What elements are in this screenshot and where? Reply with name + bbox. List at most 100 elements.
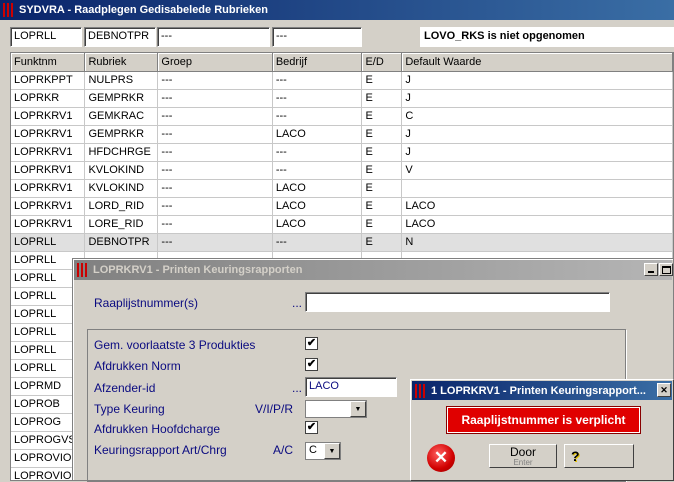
table-cell: --- [272,143,363,162]
table-cell: LOPRKRV1 [11,125,86,144]
table-cell: DEBNOTPR [84,233,159,252]
table-cell: J [401,89,673,108]
hoofdcharge-label: Afdrukken Hoofdcharge [94,422,221,436]
help-icon: ? [571,448,580,464]
table-cell: LOPRKRV1 [11,143,86,162]
col-bedrijf[interactable]: Bedrijf [272,53,363,72]
main-title: SYDVRA - Raadplegen Gedisabelede Rubriek… [19,4,268,16]
table-cell: --- [157,233,273,252]
minimize-icon [648,271,654,273]
hoofdcharge-checkbox[interactable]: ✔ [305,421,318,434]
gem-label: Gem. voorlaatste 3 Produkties [94,338,256,352]
raaplijst-dots: ... [292,296,303,310]
table-cell: LOPRKRV1 [11,197,86,216]
afzender-input[interactable]: LACO [305,377,397,397]
type-keuring-hint: V/I/P/R [255,402,294,416]
minimize-button[interactable] [644,263,658,276]
table-cell: LACO [272,179,363,198]
table-row[interactable]: LOPRKRV1 GEMPRKR --- LACO E J [11,125,673,144]
table-cell: LORD_RID [84,197,159,216]
type-keuring-label: Type Keuring [94,402,165,416]
table-cell: LACO [272,125,363,144]
table-cell: LACO [401,197,673,216]
table-cell: J [401,143,673,162]
table-row[interactable]: LOPRKR GEMPRKR --- --- E J [11,89,673,108]
table-row[interactable]: LOPRKRV1 KVLOKIND --- --- E V [11,161,673,180]
table-cell: LOPRKPPT [11,71,86,90]
close-button[interactable]: ✕ [657,383,671,397]
table-cell: --- [157,125,273,144]
raaplijst-input[interactable] [305,292,610,312]
afzender-label: Afzender-id [94,381,156,395]
table-cell: LOPRKRV1 [11,107,86,126]
table-cell: --- [157,89,273,108]
table-row[interactable]: LOPRLL DEBNOTPR --- --- E N [11,233,673,252]
table-cell: --- [157,143,273,162]
table-cell: C [401,107,673,126]
table-cell: --- [157,161,273,180]
table-cell: E [361,89,403,108]
col-funktnm[interactable]: Funktnm [11,53,86,72]
table-cell: HFDCHRGE [84,143,159,162]
dialog-title: LOPRKRV1 - Printen Keuringsrapporten [93,264,303,276]
table-cell: LACO [272,215,363,234]
chevron-down-icon[interactable]: ▼ [324,443,340,459]
table-cell: --- [272,233,363,252]
door-button[interactable]: Door Enter [489,444,557,468]
filter-bedrijf[interactable]: --- [272,27,362,47]
table-row[interactable]: LOPRKRV1 LORD_RID --- LACO E LACO [11,197,673,216]
norm-checkbox[interactable]: ✔ [305,358,318,371]
table-cell: LACO [272,197,363,216]
col-default-waarde[interactable]: Default Waarde [401,53,673,72]
table-cell [401,179,673,198]
art-chrg-label: Keuringsrapport Art/Chrg [94,443,227,457]
error-icon: ✕ [427,444,455,472]
table-cell: --- [272,161,363,180]
alert-title: 1 LOPRKRV1 - Printen Keuringsrapport... [431,384,646,397]
norm-label: Afdrukken Norm [94,359,181,373]
table-cell: E [361,197,403,216]
table-cell: KVLOKIND [84,161,159,180]
filter-funktnm[interactable]: LOPRLL [10,27,82,47]
col-groep[interactable]: Groep [157,53,273,72]
art-chrg-select[interactable]: C ▼ [305,442,341,460]
table-cell: E [361,71,403,90]
dialog-title-bar[interactable]: LOPRKRV1 - Printen Keuringsrapporten [74,260,673,280]
table-cell: E [361,107,403,126]
type-keuring-value [306,401,312,417]
table-cell: --- [272,71,363,90]
main-title-bar[interactable]: SYDVRA - Raadplegen Gedisabelede Rubriek… [0,0,674,20]
table-row[interactable]: LOPRKRV1 HFDCHRGE --- --- E J [11,143,673,162]
col-ed[interactable]: E/D [361,53,403,72]
help-button[interactable]: ? [564,444,634,468]
table-cell: --- [272,89,363,108]
chevron-down-icon[interactable]: ▼ [350,401,366,417]
table-cell: --- [157,71,273,90]
table-row[interactable]: LOPRKRV1 LORE_RID --- LACO E LACO [11,215,673,234]
table-cell: LORE_RID [84,215,159,234]
filter-groep[interactable]: --- [157,27,270,47]
filter-rubriek[interactable]: DEBNOTPR [84,27,156,47]
col-rubriek[interactable]: Rubriek [84,53,159,72]
table-row[interactable]: LOPRKRV1 GEMKRAC --- --- E C [11,107,673,126]
table-cell: --- [272,107,363,126]
table-cell: LOPRKRV1 [11,179,86,198]
table-cell: LOPRKR [11,89,86,108]
table-cell: --- [157,107,273,126]
close-icon: ✕ [660,385,668,395]
table-cell: LOPRKRV1 [11,161,86,180]
table-cell: E [361,215,403,234]
gem-checkbox[interactable]: ✔ [305,337,318,350]
table-cell: --- [157,215,273,234]
maximize-button[interactable] [659,263,673,276]
app-icon [3,3,15,17]
table-row[interactable]: LOPRKPPT NULPRS --- --- E J [11,71,673,90]
table-cell: E [361,233,403,252]
table-header: Funktnm Rubriek Groep Bedrijf E/D Defaul… [11,53,673,72]
table-row[interactable]: LOPRKRV1 KVLOKIND --- LACO E [11,179,673,198]
table-cell: LOPRLL [11,233,86,252]
type-keuring-select[interactable]: ▼ [305,400,367,418]
alert-title-bar[interactable]: 1 LOPRKRV1 - Printen Keuringsrapport... … [412,381,672,400]
table-cell: J [401,125,673,144]
raaplijst-label: Raaplijstnummer(s) [94,296,199,310]
